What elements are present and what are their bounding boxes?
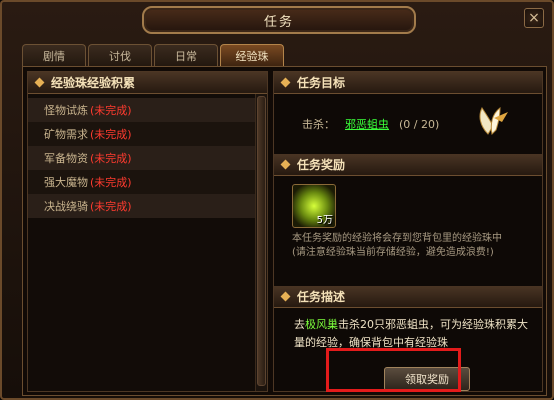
target-title: 任务目标 <box>297 76 346 90</box>
reward-desc-line: (请注意经验珠当前存储经验，避免造成浪费!) <box>292 247 494 258</box>
tab-exp-orb[interactable]: 经验珠 <box>220 44 284 66</box>
window-title: 任务 <box>142 6 416 34</box>
quest-item[interactable]: 军备物资 (未完成) <box>28 146 267 170</box>
description-header: 任务描述 <box>274 286 542 308</box>
quest-list-panel: 经验珠经验积累 怪物试炼 (未完成) 矿物需求 (未完成) 军备物资 (未完成)… <box>27 71 268 392</box>
diamond-icon <box>280 291 291 302</box>
tab-daily[interactable]: 日常 <box>154 44 218 66</box>
kill-progress: (0 / 20) <box>399 117 440 131</box>
quest-status: (未完成) <box>90 176 132 189</box>
diamond-icon <box>34 77 45 88</box>
reward-header: 任务奖励 <box>274 154 542 176</box>
close-button[interactable]: × <box>524 8 544 28</box>
reward-section: 5万 本任务奖励的经验将会存到您背包里的经验珠中 (请注意经验珠当前存储经验，避… <box>274 176 542 286</box>
tab-crusade[interactable]: 讨伐 <box>88 44 152 66</box>
tab-bar: 剧情 讨伐 日常 经验珠 <box>22 44 284 66</box>
close-icon: × <box>528 10 540 26</box>
quest-window: 任务 × 剧情 讨伐 日常 经验珠 经验珠经验积累 怪物试炼 (未完成) 矿物需… <box>0 0 554 400</box>
quest-detail-panel: 任务目标 击杀： 邪恶蛆虫 (0 / 20) 任务奖励 5万 本任务奖励的经验将… <box>273 71 543 392</box>
scrollbar-thumb[interactable] <box>257 96 266 386</box>
description-text: 去极风巢击杀20只邪恶蛆虫，可为经验珠积累大量的经验，确保背包中有经验珠 <box>294 316 534 352</box>
desc-place-link[interactable]: 极风巢 <box>305 318 338 331</box>
quest-item[interactable]: 决战绕骑 (未完成) <box>28 194 267 218</box>
highlight-box <box>326 348 461 392</box>
quest-status: (未完成) <box>90 104 132 117</box>
quest-item[interactable]: 矿物需求 (未完成) <box>28 122 267 146</box>
diamond-icon <box>280 77 291 88</box>
reward-amount: 5万 <box>316 215 333 226</box>
quest-item[interactable]: 怪物试炼 (未完成) <box>28 98 267 122</box>
diamond-icon <box>280 159 291 170</box>
quest-name: 怪物试炼 <box>44 104 88 117</box>
quest-list-header: 经验珠经验积累 <box>28 72 267 94</box>
quest-name: 决战绕骑 <box>44 200 88 213</box>
quest-name: 矿物需求 <box>44 128 88 141</box>
reward-desc-line: 本任务奖励的经验将会存到您背包里的经验珠中 <box>292 233 502 244</box>
reward-description: 本任务奖励的经验将会存到您背包里的经验珠中 (请注意经验珠当前存储经验，避免造成… <box>292 232 538 260</box>
target-line: 击杀： 邪恶蛆虫 (0 / 20) <box>302 116 439 132</box>
monster-link[interactable]: 邪恶蛆虫 <box>345 116 389 132</box>
quest-status: (未完成) <box>90 152 132 165</box>
quest-list: 怪物试炼 (未完成) 矿物需求 (未完成) 军备物资 (未完成) 强大魔物 (未… <box>28 98 267 218</box>
quest-status: (未完成) <box>90 200 132 213</box>
tab-story[interactable]: 剧情 <box>22 44 86 66</box>
kill-label: 击杀： <box>302 118 335 131</box>
desc-prefix: 去 <box>294 318 305 331</box>
quest-name: 军备物资 <box>44 152 88 165</box>
quest-list-scrollbar[interactable] <box>255 94 267 391</box>
quest-name: 强大魔物 <box>44 176 88 189</box>
quest-list-title: 经验珠经验积累 <box>51 76 136 90</box>
quest-item[interactable]: 强大魔物 (未完成) <box>28 170 267 194</box>
content-panel: 经验珠经验积累 怪物试炼 (未完成) 矿物需求 (未完成) 军备物资 (未完成)… <box>22 66 547 396</box>
wings-icon[interactable] <box>474 104 512 138</box>
exp-orb-icon[interactable]: 5万 <box>292 184 336 228</box>
reward-title: 任务奖励 <box>297 158 346 172</box>
quest-status: (未完成) <box>90 128 132 141</box>
target-section: 击杀： 邪恶蛆虫 (0 / 20) <box>274 94 542 154</box>
target-header: 任务目标 <box>274 72 542 94</box>
description-title: 任务描述 <box>297 290 346 304</box>
